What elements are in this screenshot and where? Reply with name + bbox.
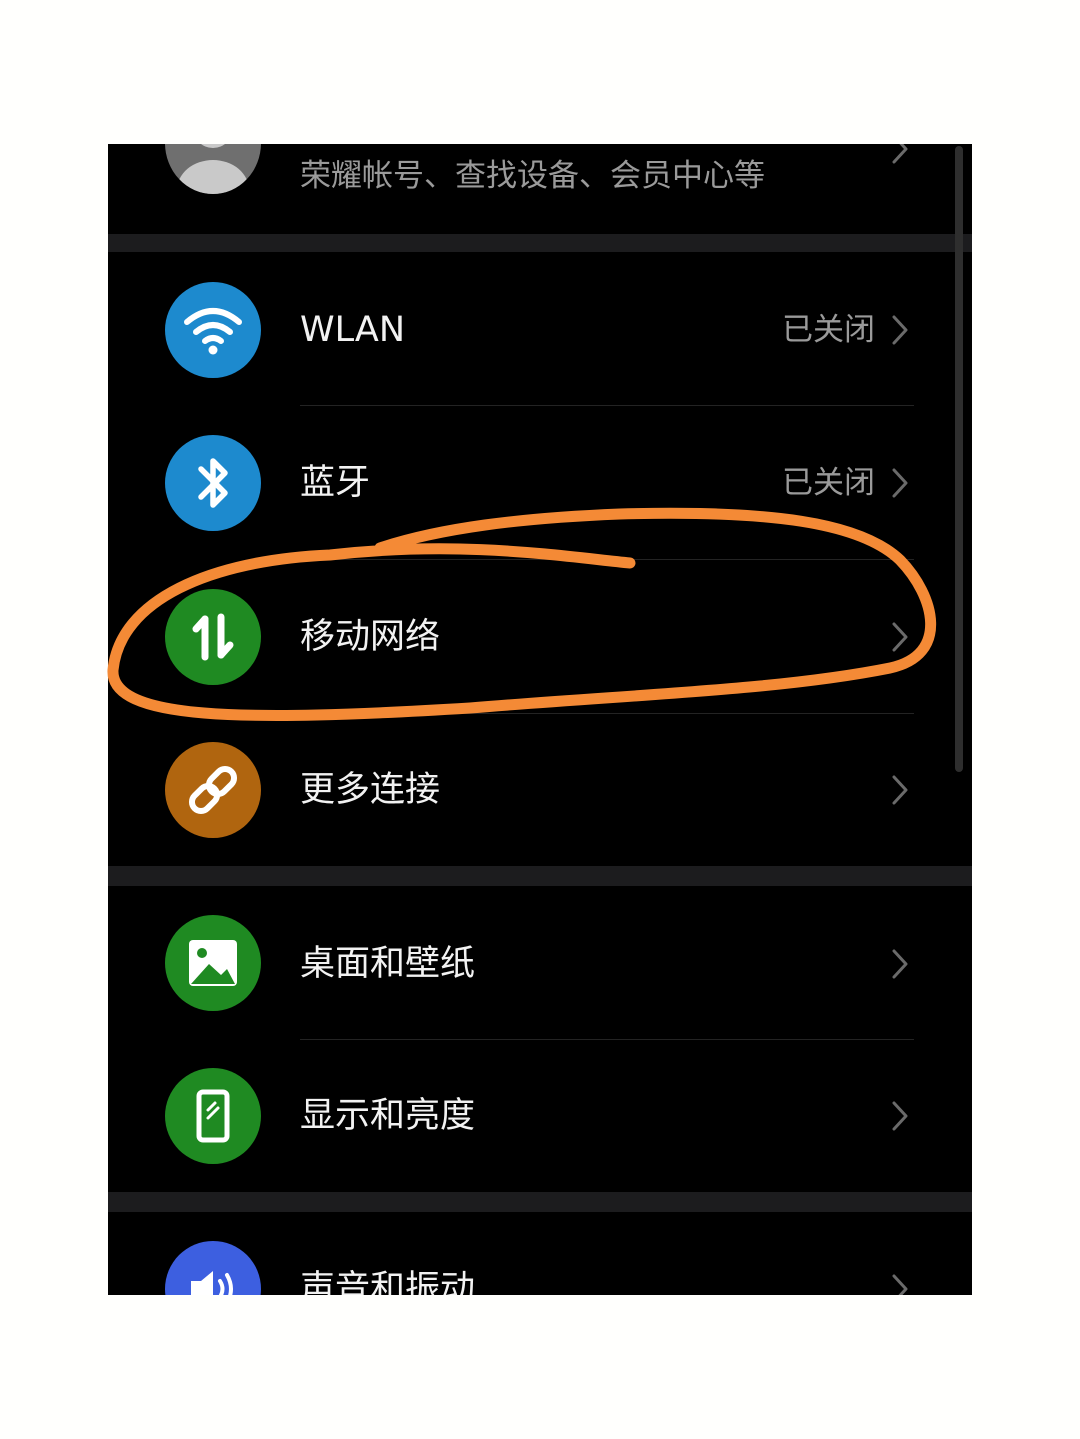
link-icon bbox=[165, 742, 261, 838]
chevron-right-icon bbox=[892, 949, 908, 979]
wifi-icon bbox=[165, 282, 261, 378]
chevron-right-icon bbox=[892, 315, 908, 345]
section-gap bbox=[108, 234, 972, 252]
chevron-right-icon bbox=[892, 1274, 908, 1295]
chevron-right-icon bbox=[892, 144, 908, 164]
chevron-right-icon bbox=[892, 1101, 908, 1131]
settings-screen: 荣耀帐号、查找设备、会员中心等 WLAN 已关闭 蓝牙 已关闭 移动网络 更多连… bbox=[108, 144, 972, 1295]
settings-item-label: 移动网络 bbox=[300, 617, 441, 657]
settings-item-label: 桌面和壁纸 bbox=[300, 944, 476, 984]
settings-item-bluetooth[interactable]: 蓝牙 已关闭 bbox=[108, 406, 972, 560]
settings-item-display[interactable]: 显示和亮度 bbox=[108, 1040, 972, 1192]
wlan-status: 已关闭 bbox=[782, 312, 875, 348]
display-icon bbox=[165, 1068, 261, 1164]
person-avatar-icon bbox=[165, 144, 261, 194]
settings-item-label: 声音和振动 bbox=[300, 1269, 476, 1295]
bluetooth-icon bbox=[165, 435, 261, 531]
settings-item-label: 显示和亮度 bbox=[300, 1096, 476, 1136]
settings-item-more-connections[interactable]: 更多连接 bbox=[108, 714, 972, 866]
settings-item-label: 蓝牙 bbox=[300, 463, 371, 503]
settings-item-label: 更多连接 bbox=[300, 770, 441, 810]
scrollbar[interactable] bbox=[955, 146, 963, 772]
wallpaper-icon bbox=[165, 915, 261, 1011]
settings-item-wallpaper[interactable]: 桌面和壁纸 bbox=[108, 886, 972, 1040]
chevron-right-icon bbox=[892, 468, 908, 498]
chevron-right-icon bbox=[892, 622, 908, 652]
settings-item-wlan[interactable]: WLAN 已关闭 bbox=[108, 252, 972, 406]
settings-item-label: WLAN bbox=[300, 310, 406, 350]
settings-item-sound[interactable]: 声音和振动 bbox=[108, 1212, 972, 1295]
section-gap bbox=[108, 1192, 972, 1212]
account-subtitle: 荣耀帐号、查找设备、会员中心等 bbox=[300, 158, 765, 194]
sound-icon bbox=[165, 1241, 261, 1295]
settings-item-mobile-network[interactable]: 移动网络 bbox=[108, 560, 972, 714]
chevron-right-icon bbox=[892, 775, 908, 805]
bluetooth-status: 已关闭 bbox=[782, 465, 875, 501]
section-gap bbox=[108, 866, 972, 886]
mobile-data-icon bbox=[165, 589, 261, 685]
account-row[interactable]: 荣耀帐号、查找设备、会员中心等 bbox=[108, 144, 972, 234]
